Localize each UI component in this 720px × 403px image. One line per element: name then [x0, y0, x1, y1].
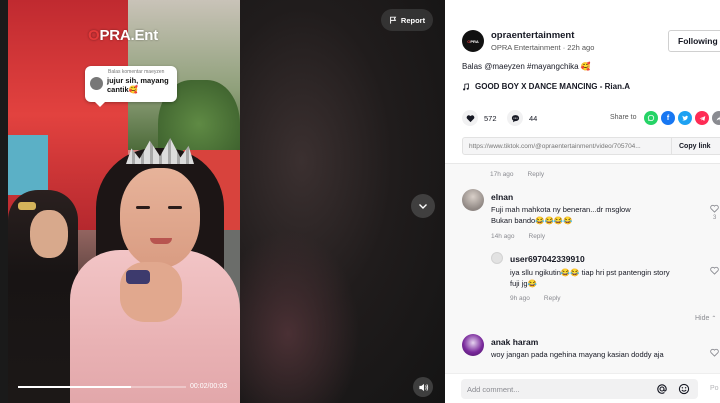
volume-icon — [418, 383, 428, 391]
like-count: 572 — [484, 113, 497, 123]
reply-sticker-header: Balas komentar maeyzen — [108, 69, 165, 75]
comment-meta: 9h ago Reply — [510, 295, 561, 302]
reply-sticker-avatar — [90, 77, 103, 90]
video-reply-sticker: Balas komentar maeyzen jujur sih, mayang… — [85, 66, 177, 107]
mention-icon[interactable] — [656, 383, 668, 395]
share-icons: f — [644, 111, 720, 125]
reply-link[interactable]: Reply — [529, 233, 546, 240]
video-progress-fill — [18, 386, 131, 388]
brand-prefix: O — [88, 27, 100, 44]
comment-meta: 14h ago Reply — [491, 233, 545, 240]
video-scene-booth-sign — [8, 135, 48, 195]
telegram-icon[interactable] — [695, 111, 709, 125]
reply-link[interactable]: Reply — [528, 171, 545, 178]
flag-icon — [390, 16, 397, 24]
whatsapp-icon[interactable] — [644, 111, 658, 125]
comment-icon — [507, 110, 523, 126]
facebook-icon[interactable]: f — [661, 111, 675, 125]
comment-input-bar: Po — [445, 373, 720, 403]
commenter-avatar[interactable] — [462, 189, 484, 211]
comment-button[interactable]: 44 — [507, 110, 537, 126]
heart-outline-icon[interactable] — [710, 348, 719, 357]
post-button[interactable]: Po — [710, 385, 719, 392]
share-more-icon[interactable] — [712, 111, 720, 125]
heart-icon — [462, 110, 478, 126]
reply-link[interactable]: Reply — [544, 295, 561, 302]
emoji-icon[interactable] — [678, 383, 690, 395]
commenter-name[interactable]: anak haram — [491, 337, 538, 347]
video-scene-face — [120, 168, 200, 268]
replier-name[interactable]: user697042339910 — [510, 254, 585, 264]
comment-text: woy jangan pada ngehina mayang kasian do… — [491, 350, 664, 359]
heart-outline-icon[interactable] — [710, 204, 719, 213]
video-scene-hairclip — [18, 202, 36, 210]
video-scene-eye — [136, 206, 150, 209]
details-panel: OPRA opraentertainment OPRA Entertainmen… — [445, 0, 720, 403]
video-link-text[interactable]: https://www.tiktok.com/@opraentertainmen… — [463, 143, 671, 150]
like-button[interactable]: 572 — [462, 110, 497, 126]
blurred-background-glow — [240, 230, 360, 403]
following-button[interactable]: Following — [668, 30, 720, 52]
commenter-avatar[interactable] — [462, 334, 484, 356]
author-avatar[interactable]: OPRA — [462, 30, 484, 52]
video-progress-bar[interactable] — [18, 386, 186, 388]
author-display-line: OPRA Entertainment · 22h ago — [491, 43, 595, 52]
hide-replies-link[interactable]: Hide ⌃ — [695, 315, 716, 322]
tiktok-video-modal: OPRA.Ent Balas komentar maeyzen jujur si… — [0, 0, 720, 403]
comment-input[interactable] — [461, 379, 641, 400]
comment-time: 17h ago — [490, 171, 514, 178]
video-scene-watch — [126, 270, 150, 284]
reply-sticker-text: jujur sih, mayang cantik🥰 — [107, 76, 169, 94]
video-time: 00:02/00:03 — [190, 383, 227, 390]
avatar-logo: OPRA — [467, 38, 479, 44]
next-video-button[interactable] — [411, 194, 435, 218]
comment-time: 9h ago — [510, 295, 530, 302]
report-button[interactable]: Report — [381, 9, 433, 31]
music-note-icon — [463, 82, 469, 90]
reply-text: fuji jg😂 — [510, 279, 537, 288]
video-scene-mouth — [150, 238, 172, 244]
comment-text: Bukan bando😂😂😂😂 — [491, 216, 573, 225]
comments-list[interactable]: 17h ago Reply elnan Fuji mah mahkota ny … — [445, 164, 720, 374]
comment-like-count: 3 — [713, 215, 717, 221]
commenter-name[interactable]: elnan — [491, 192, 513, 202]
music-link[interactable]: GOOD BOY X DANCE MANCING - Rian.A — [462, 82, 630, 91]
video-scene-second-face — [30, 210, 68, 258]
video-watermark-brand: OPRA.Ent — [88, 27, 158, 44]
comment-time: 14h ago — [491, 233, 515, 240]
heart-outline-icon[interactable] — [710, 266, 719, 275]
video-scene-eye — [168, 206, 182, 209]
comment-input-box — [461, 379, 698, 400]
replier-avatar[interactable] — [491, 252, 503, 264]
report-label: Report — [400, 15, 426, 25]
video-caption: Balas @maeyzen #mayangchika 🥰 — [462, 62, 591, 71]
video-frame[interactable] — [8, 0, 240, 403]
reply-sticker-tail — [95, 102, 105, 107]
chevron-down-icon — [419, 204, 427, 209]
music-title: GOOD BOY X DANCE MANCING - Rian.A — [475, 82, 630, 91]
video-link-row: https://www.tiktok.com/@opraentertainmen… — [462, 137, 720, 155]
video-player[interactable]: OPRA.Ent Balas komentar maeyzen jujur si… — [0, 0, 445, 403]
comment-text: Fuji mah mahkota ny beneran...dr msglow — [491, 205, 631, 214]
brand-rest: PRA.Ent — [99, 27, 159, 44]
comment-count: 44 — [529, 113, 538, 123]
share-label: Share to — [610, 114, 637, 121]
volume-button[interactable] — [413, 377, 433, 397]
twitter-icon[interactable] — [678, 111, 692, 125]
copy-link-button[interactable]: Copy link — [671, 138, 711, 154]
reply-text: iya sllu ngikutin😂😂 tiap hri pst panteng… — [510, 268, 670, 277]
author-username[interactable]: opraentertainment — [491, 30, 574, 41]
hide-label: Hide — [695, 315, 710, 322]
comment-meta: 17h ago Reply — [490, 171, 544, 178]
